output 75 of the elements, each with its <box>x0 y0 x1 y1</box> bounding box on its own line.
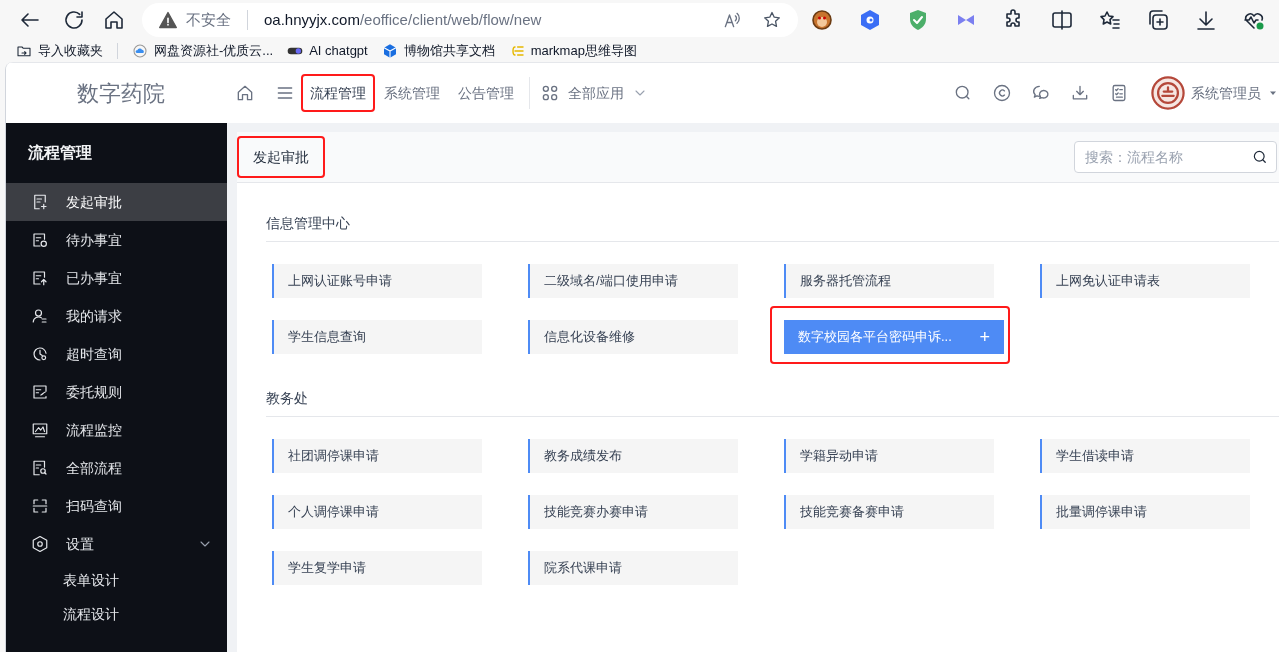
bookmark-link[interactable]: 网盘资源社-优质云... <box>132 41 274 61</box>
flow-card[interactable]: 社团调停课申请 <box>272 439 482 473</box>
scan-icon <box>31 497 49 515</box>
document-clock-icon <box>31 231 49 249</box>
search-icon[interactable] <box>1251 148 1269 166</box>
url-text: oa.hnyyjx.com/eoffice/client/web/flow/new <box>264 9 542 30</box>
flow-card[interactable]: 上网免认证申请表 <box>1040 264 1250 298</box>
flow-card[interactable]: 批量调停课申请 <box>1040 495 1250 529</box>
security-label: 不安全 <box>186 9 231 30</box>
page-title: 发起审批 <box>237 136 325 178</box>
nav-tab[interactable]: 流程管理 <box>301 74 375 112</box>
split-screen-icon[interactable] <box>1050 8 1074 32</box>
seal-icon <box>1151 76 1185 110</box>
flow-card[interactable]: 技能竞赛备赛申请 <box>784 495 994 529</box>
document-upload-icon <box>31 269 49 287</box>
nav-tab[interactable]: 系统管理 <box>375 74 449 112</box>
flow-card[interactable]: 个人调停课申请 <box>272 495 482 529</box>
section-title: 教务处 <box>266 388 309 408</box>
grid-icon <box>540 83 560 103</box>
sidebar-subitem[interactable]: 表单设计 <box>6 563 227 597</box>
section-title: 信息管理中心 <box>266 213 351 233</box>
user-icon <box>31 307 49 325</box>
address-bar[interactable]: 不安全 oa.hnyyjx.com/eoffice/client/web/flow/new <box>142 3 798 37</box>
document-plus-icon <box>31 193 49 211</box>
hexagon-gear-icon <box>31 535 49 553</box>
app-logo: 数字药院 <box>75 79 166 108</box>
flow-card[interactable]: 技能竞赛办赛申请 <box>528 495 738 529</box>
sidebar-item[interactable]: 待办事宜 <box>6 221 227 259</box>
collections-icon[interactable] <box>1146 8 1170 32</box>
monitor-chart-icon <box>31 421 49 439</box>
flow-card[interactable]: 二级域名/端口使用申请 <box>528 264 738 298</box>
cloud-icon <box>132 43 148 59</box>
hexagon-icon[interactable] <box>858 8 882 32</box>
copyright-icon[interactable] <box>992 83 1012 103</box>
monkey-icon[interactable] <box>810 8 834 32</box>
sidebar-item[interactable]: 已办事宜 <box>6 259 227 297</box>
sidebar-item[interactable]: 扫码查询 <box>6 487 227 525</box>
flow-card[interactable]: 教务成绩发布 <box>528 439 738 473</box>
document-search-icon <box>31 459 49 477</box>
warning-icon <box>158 10 178 30</box>
sidebar-item[interactable]: 发起审批 <box>6 183 227 221</box>
read-aloud-icon[interactable] <box>722 10 742 30</box>
bookmark-link[interactable]: AI chatgpt <box>287 41 368 61</box>
sidebar-item[interactable]: 全部流程 <box>6 449 227 487</box>
flow-card[interactable]: 学生信息查询 <box>272 320 482 354</box>
all-apps-menu[interactable]: 全部应用 <box>536 82 652 104</box>
flow-card[interactable]: 学生借读申请 <box>1040 439 1250 473</box>
nav-tab[interactable]: 公告管理 <box>449 74 523 112</box>
document-signature-icon <box>31 383 49 401</box>
sidebar-title: 流程管理 <box>27 143 93 163</box>
bookmark-link[interactable]: 导入收藏夹 <box>16 41 103 61</box>
bookmark-link[interactable]: markmap思维导图 <box>508 41 637 61</box>
clock-icon <box>31 345 49 363</box>
flow-card[interactable]: 院系代课申请 <box>528 551 738 585</box>
sidebar-item[interactable]: 我的请求 <box>6 297 227 335</box>
home-icon[interactable] <box>102 8 126 32</box>
sidebar-item[interactable]: 委托规则 <box>6 373 227 411</box>
search-field[interactable]: 搜索：流程名称 <box>1074 141 1277 173</box>
folder-icon <box>16 43 32 59</box>
cube-icon <box>381 43 398 59</box>
flow-card[interactable]: 学生复学申请 <box>272 551 482 585</box>
sidebar-item[interactable]: 超时查询 <box>6 335 227 373</box>
star-icon[interactable] <box>762 10 782 30</box>
sidebar-subitem[interactable]: 流程设计 <box>6 597 227 631</box>
favorites-icon[interactable] <box>1098 8 1122 32</box>
flow-card[interactable]: 学籍异动申请 <box>784 439 994 473</box>
sidebar-item[interactable]: 流程监控 <box>6 411 227 449</box>
download-icon[interactable] <box>1194 8 1218 32</box>
user-menu[interactable]: 系统管理员 <box>1151 76 1279 110</box>
flow-card[interactable]: 服务器托管流程 <box>784 264 994 298</box>
reload-icon[interactable] <box>62 8 86 32</box>
bookmark-link[interactable]: 博物馆共享文档 <box>381 41 495 61</box>
sidebar-item[interactable]: 设置 <box>6 525 227 563</box>
flow-card[interactable]: 上网认证账号申请 <box>272 264 482 298</box>
flow-card[interactable]: 信息化设备维修 <box>528 320 738 354</box>
